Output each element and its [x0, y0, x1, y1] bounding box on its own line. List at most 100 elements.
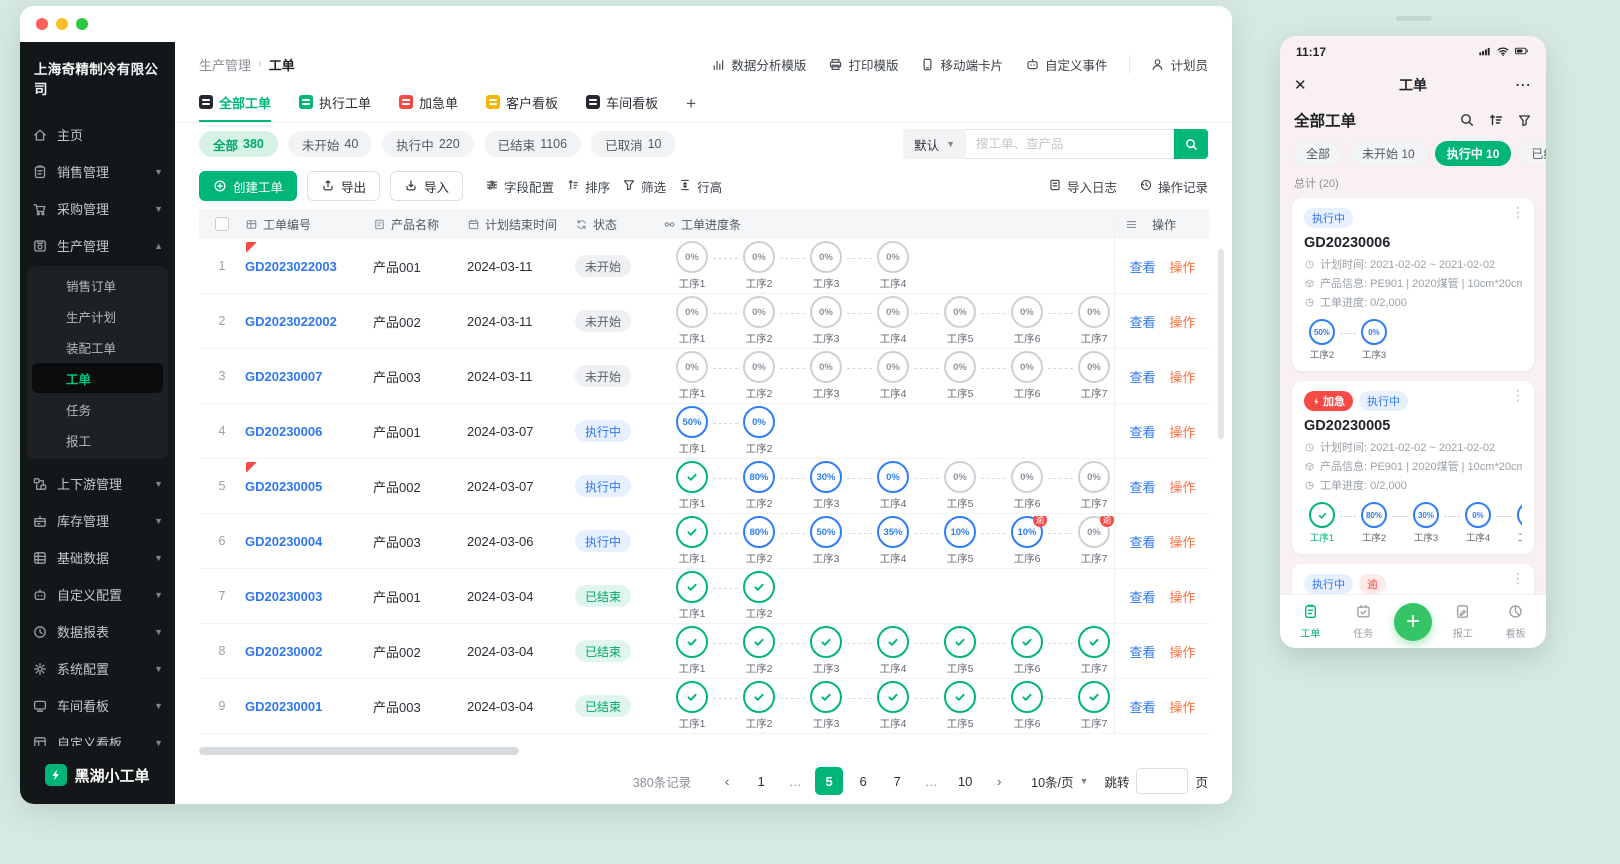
col-header-product[interactable]: 产品名称: [373, 216, 467, 233]
tab-1[interactable]: 执行工单: [299, 86, 371, 122]
filter-chip-0[interactable]: 全部380: [199, 131, 278, 157]
header-action-3[interactable]: 自定义事件: [1025, 55, 1108, 74]
search-icon[interactable]: [1459, 112, 1475, 128]
view-link[interactable]: 查看: [1129, 532, 1155, 551]
page-button-10[interactable]: 10: [951, 767, 979, 795]
order-id-link[interactable]: GD2023022003: [245, 259, 337, 274]
mobile-order-card[interactable]: ⋮ 执行中逾: [1292, 564, 1534, 594]
submenu-item-4[interactable]: 任务: [32, 394, 163, 424]
operate-link[interactable]: 操作: [1170, 257, 1196, 276]
sidebar-item-3[interactable]: 生产管理▲: [20, 227, 175, 264]
prev-page-button[interactable]: ‹: [713, 767, 741, 795]
kebab-menu-icon[interactable]: ⋮: [1511, 207, 1525, 217]
header-action-4[interactable]: 计划员: [1129, 55, 1208, 74]
sidebar-item-7[interactable]: 基础数据▼: [20, 539, 175, 576]
mobile-nav-1[interactable]: 任务: [1341, 603, 1385, 640]
vertical-scrollbar[interactable]: [1218, 249, 1224, 439]
mobile-nav-4[interactable]: 看板: [1494, 603, 1538, 640]
toolbar-doc-button[interactable]: 导入日志: [1048, 177, 1117, 196]
page-button-5[interactable]: 5: [815, 767, 843, 795]
sidebar-item-8[interactable]: 自定义配置▼: [20, 576, 175, 613]
more-icon[interactable]: ⋯: [1515, 75, 1532, 95]
horizontal-scrollbar-thumb[interactable]: [199, 747, 519, 755]
filter-chip-4[interactable]: 已取消10: [591, 131, 675, 157]
submenu-item-5[interactable]: 报工: [32, 425, 163, 455]
header-action-0[interactable]: 数据分析模版: [711, 55, 806, 74]
filter-chip-2[interactable]: 执行中220: [382, 131, 473, 157]
view-link[interactable]: 查看: [1129, 367, 1155, 386]
next-page-button[interactable]: ›: [985, 767, 1013, 795]
page-button-1[interactable]: 1: [747, 767, 775, 795]
operate-link[interactable]: 操作: [1170, 477, 1196, 496]
toolbar-fields-button[interactable]: 字段配置: [485, 177, 554, 196]
sidebar-item-11[interactable]: 车间看板▼: [20, 687, 175, 724]
col-header-order-id[interactable]: 工单编号: [245, 216, 373, 233]
sidebar-item-0[interactable]: 主页: [20, 116, 175, 153]
phone-drag-handle[interactable]: [1396, 16, 1432, 21]
sidebar-item-1[interactable]: 销售管理▼: [20, 153, 175, 190]
filter-chip-3[interactable]: 已结束1106: [484, 131, 581, 157]
view-link[interactable]: 查看: [1129, 257, 1155, 276]
export-button[interactable]: 导出: [307, 171, 380, 201]
search-input[interactable]: [966, 129, 1174, 159]
mobile-order-card[interactable]: ⋮ 加急执行中 GD20230005 计划时间: 2021-02-02 ~ 20…: [1292, 381, 1534, 554]
sort-icon[interactable]: [1488, 112, 1504, 128]
tab-0[interactable]: 全部工单: [199, 86, 271, 122]
sidebar-item-10[interactable]: 系统配置▼: [20, 650, 175, 687]
order-id-link[interactable]: GD20230002: [245, 644, 322, 659]
operate-link[interactable]: 操作: [1170, 532, 1196, 551]
operate-link[interactable]: 操作: [1170, 312, 1196, 331]
col-header-progress[interactable]: 工单进度条: [663, 216, 1114, 233]
sidebar-item-6[interactable]: 库存管理▼: [20, 502, 175, 539]
kebab-menu-icon[interactable]: ⋮: [1511, 390, 1525, 400]
operate-link[interactable]: 操作: [1170, 422, 1196, 441]
page-size-select[interactable]: 10条/页▼: [1031, 772, 1088, 791]
operate-link[interactable]: 操作: [1170, 367, 1196, 386]
header-action-2[interactable]: 移动端卡片: [920, 55, 1003, 74]
col-header-status[interactable]: 状态: [575, 216, 663, 233]
submenu-item-2[interactable]: 装配工单: [32, 332, 163, 362]
col-header-plan-end[interactable]: 计划结束时间: [467, 216, 575, 233]
sidebar-item-2[interactable]: 采购管理▼: [20, 190, 175, 227]
view-link[interactable]: 查看: [1129, 312, 1155, 331]
minimize-window-button[interactable]: [56, 18, 68, 30]
sidebar-item-9[interactable]: 数据报表▼: [20, 613, 175, 650]
tab-3[interactable]: 客户看板: [486, 86, 558, 122]
sidebar-item-5[interactable]: 上下游管理▼: [20, 465, 175, 502]
submenu-item-1[interactable]: 生产计划: [32, 301, 163, 331]
page-button-7[interactable]: 7: [883, 767, 911, 795]
breadcrumb-parent[interactable]: 生产管理: [199, 55, 251, 74]
view-link[interactable]: 查看: [1129, 587, 1155, 606]
submenu-item-3[interactable]: 工单: [32, 363, 163, 393]
toolbar-sort-button[interactable]: 排序: [566, 177, 610, 196]
mobile-filter-chip-0[interactable]: 全部: [1294, 141, 1342, 166]
maximize-window-button[interactable]: [76, 18, 88, 30]
submenu-item-0[interactable]: 销售订单: [32, 270, 163, 300]
toolbar-funnel-button[interactable]: 筛选: [622, 177, 666, 196]
operate-link[interactable]: 操作: [1170, 642, 1196, 661]
order-id-link[interactable]: GD20230003: [245, 589, 322, 604]
page-ellipsis[interactable]: …: [917, 767, 945, 795]
kebab-menu-icon[interactable]: ⋮: [1511, 573, 1525, 583]
add-tab-button[interactable]: +: [686, 94, 696, 114]
mobile-filter-chip-3[interactable]: 已结束 10: [1519, 141, 1546, 166]
order-id-link[interactable]: GD2023022002: [245, 314, 337, 329]
search-preset-dropdown[interactable]: 默认 ▼: [903, 129, 966, 159]
toolbar-rowheight-button[interactable]: 行高: [678, 177, 722, 196]
toolbar-history-button[interactable]: 操作记录: [1139, 177, 1208, 196]
mobile-filter-chip-2[interactable]: 执行中 10: [1435, 141, 1512, 166]
mobile-filter-chip-1[interactable]: 未开始 10: [1350, 141, 1427, 166]
page-ellipsis[interactable]: …: [781, 767, 809, 795]
tab-4[interactable]: 车间看板: [586, 86, 658, 122]
order-id-link[interactable]: GD20230004: [245, 534, 322, 549]
header-action-1[interactable]: 打印模版: [828, 55, 898, 74]
add-order-fab[interactable]: +: [1394, 603, 1432, 641]
filter-chip-1[interactable]: 未开始40: [288, 131, 372, 157]
view-link[interactable]: 查看: [1129, 422, 1155, 441]
operate-link[interactable]: 操作: [1170, 697, 1196, 716]
create-order-button[interactable]: 创建工单: [199, 171, 297, 201]
filter-icon[interactable]: [1517, 113, 1532, 128]
view-link[interactable]: 查看: [1129, 477, 1155, 496]
mobile-nav-0[interactable]: 工单: [1288, 603, 1332, 640]
order-id-link[interactable]: GD20230001: [245, 699, 322, 714]
